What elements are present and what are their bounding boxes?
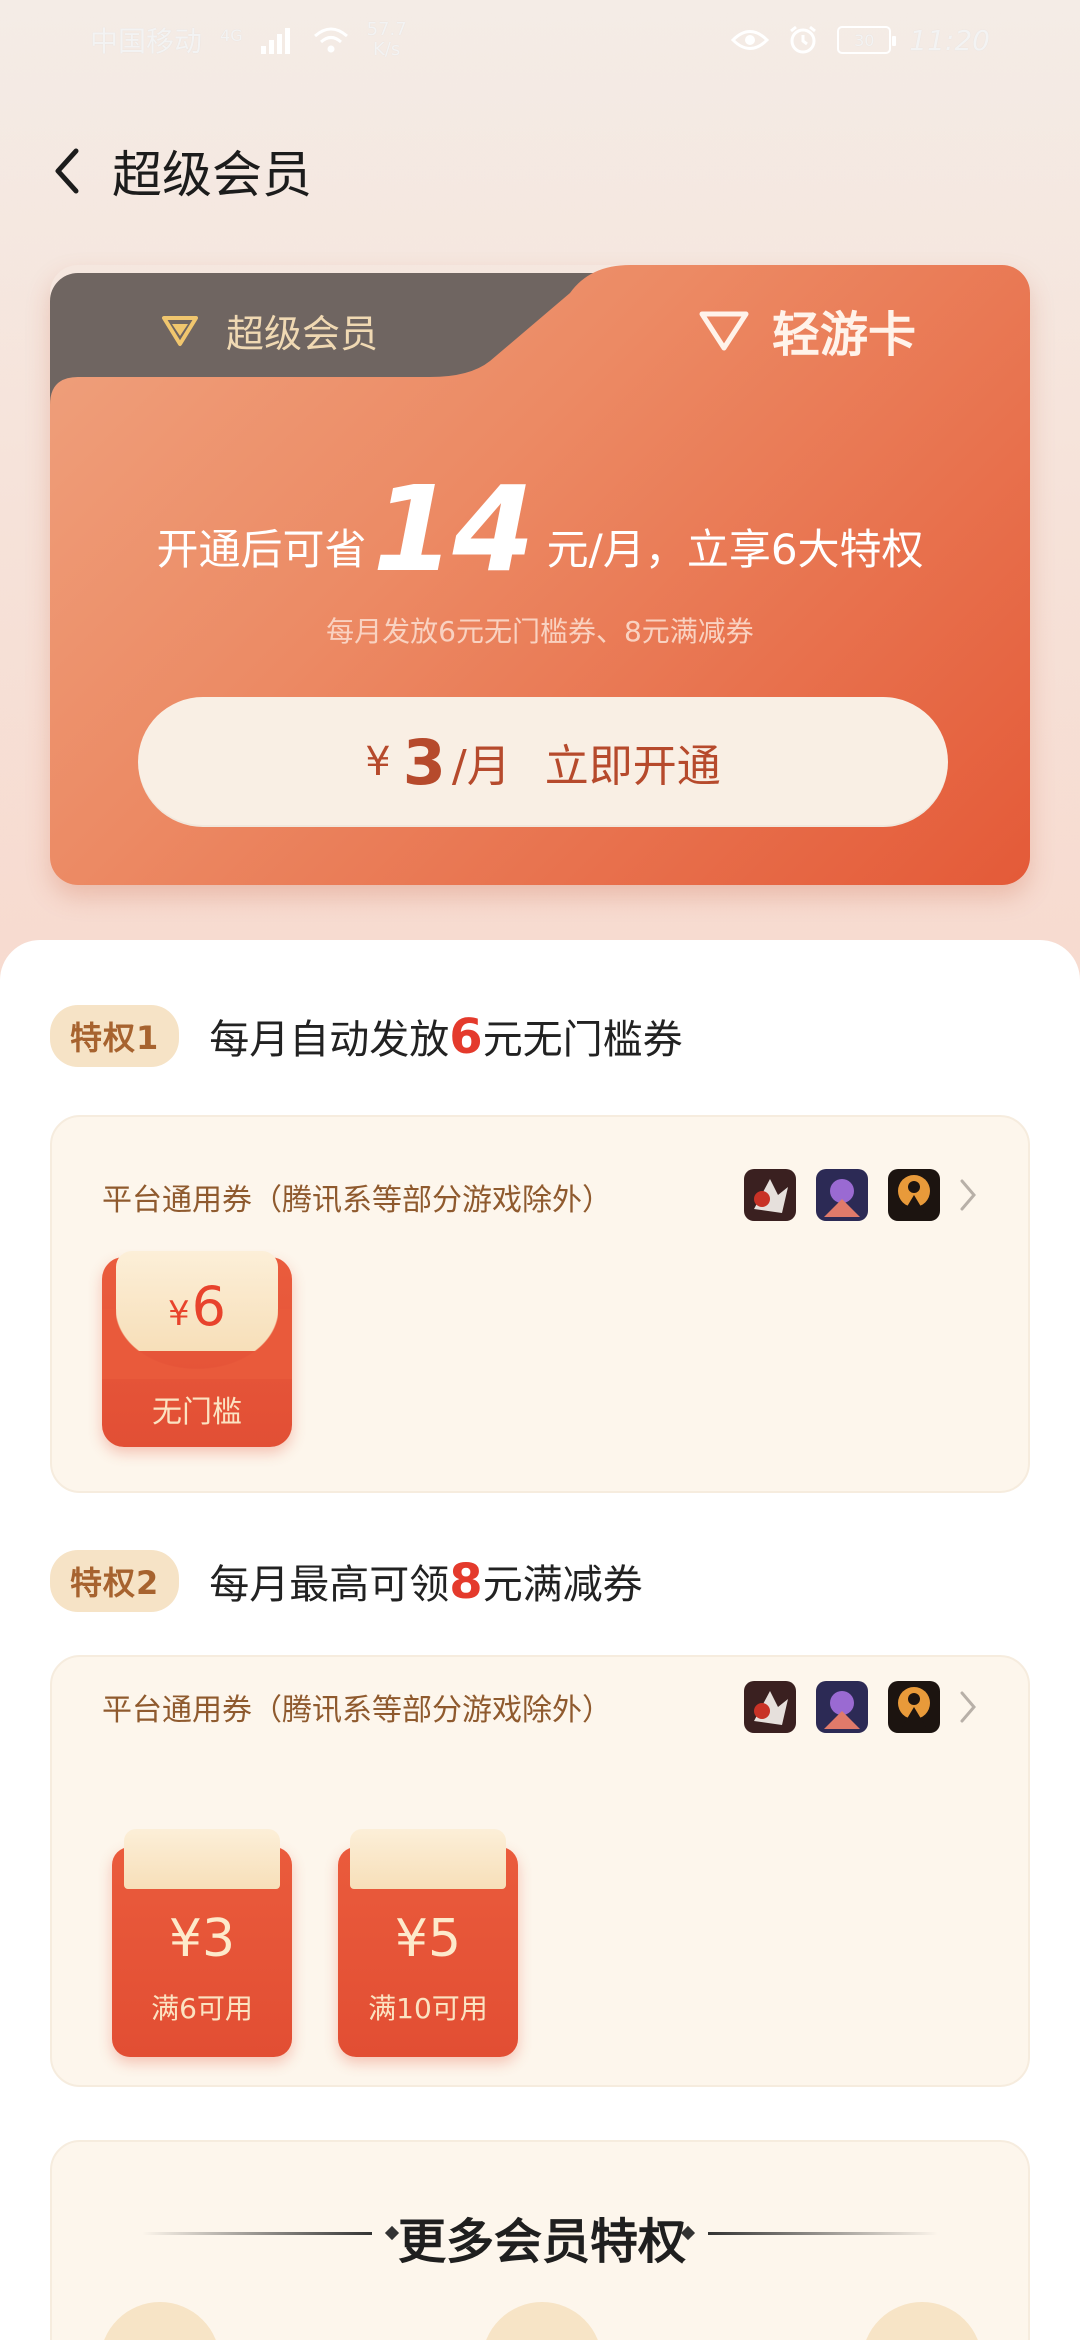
- privilege-icon-circle[interactable]: [482, 2302, 602, 2340]
- coupon-top: [350, 1829, 506, 1889]
- savings-headline: 开通后可省14 元/月，立享6大特权: [50, 460, 1030, 598]
- game-icons: [744, 1169, 940, 1221]
- coupon-no-threshold[interactable]: ¥6 无门槛: [102, 1251, 292, 1447]
- privilege-1-title-prefix: 每月自动发放: [209, 1017, 450, 1063]
- status-right: 30 11:20: [731, 24, 990, 57]
- privilege-2-badge: 特权2: [50, 1550, 180, 1612]
- back-arrow-icon[interactable]: [50, 147, 84, 195]
- privilege-2-card-head: 平台通用券（腾讯系等部分游戏除外）: [102, 1693, 612, 1728]
- diamond-outline-icon: [699, 311, 749, 351]
- coupon-amount: ¥3: [168, 1909, 236, 1969]
- button-currency: ¥: [365, 739, 391, 785]
- divider-right: [708, 2232, 938, 2235]
- alarm-icon: [790, 25, 817, 54]
- coupon-currency: ¥: [168, 1294, 190, 1334]
- tab-super-member-label: 超级会员: [226, 312, 379, 356]
- privilege-2-header: 特权2 每月最高可领8元满减券: [50, 1550, 643, 1612]
- privilege-1-title: 每月自动发放6元无门槛券: [209, 1007, 682, 1065]
- game-icon-2: [816, 1169, 868, 1221]
- battery-icon: 30: [837, 26, 897, 54]
- headline-number: 14: [372, 460, 534, 598]
- more-privileges-card: 更多会员特权: [50, 2140, 1030, 2340]
- signal-icon: [260, 28, 290, 54]
- net-speed: 57.7 K/s: [367, 20, 407, 60]
- coupon-discount-1[interactable]: ¥3 满6可用: [112, 1829, 292, 2057]
- status-left: 中国移动 4G 57.7 K/s: [90, 20, 407, 60]
- headline-prefix: 开通后可省: [156, 525, 367, 574]
- hero-subline: 每月发放6元无门槛券、8元满减券: [326, 615, 754, 648]
- tab-super-member[interactable]: 超级会员: [160, 303, 378, 358]
- privilege-1-header: 特权1 每月自动发放6元无门槛券: [50, 1005, 683, 1067]
- wifi-icon: [313, 27, 348, 53]
- game-icons-2: [744, 1681, 940, 1733]
- chevron-right-icon[interactable]: [958, 1177, 978, 1213]
- coupon-top: [124, 1829, 280, 1889]
- privilege-1-badge: 特权1: [50, 1005, 180, 1067]
- coupon-condition: 满6可用: [151, 1992, 253, 2025]
- chevron-right-icon[interactable]: [958, 1689, 978, 1725]
- net-speed-unit: K/s: [373, 39, 401, 60]
- game-icon-3: [888, 1681, 940, 1733]
- headline-suffix: 元/月，立享6大特权: [546, 525, 924, 574]
- coupon-value: 6: [191, 1275, 226, 1338]
- privilege-2-title-prefix: 每月最高可领: [209, 1562, 450, 1608]
- open-membership-button[interactable]: ¥ 3 /月 立即开通: [138, 697, 948, 827]
- carrier-label: 中国移动: [90, 25, 203, 58]
- coupon-condition: 满10可用: [368, 1992, 488, 2025]
- diamond-icon: [162, 315, 198, 346]
- privilege-2-title: 每月最高可领8元满减券: [209, 1552, 642, 1610]
- coupon-amount: ¥6: [102, 1275, 292, 1338]
- privilege-icon-circle[interactable]: [862, 2302, 982, 2340]
- page-title: 超级会员: [112, 146, 312, 204]
- coupon-amount: ¥5: [394, 1909, 462, 1969]
- game-icon-1: [744, 1169, 796, 1221]
- privilege-1-card[interactable]: 平台通用券（腾讯系等部分游戏除外） ¥6 无门槛: [50, 1115, 1030, 1493]
- membership-hero-card: 超级会员 轻游卡 开通后可省14 元/月，立享6大特权 每月发放6元无门槛券、8元…: [50, 265, 1030, 885]
- coupon-condition: 无门槛: [152, 1395, 242, 1430]
- button-price: 3: [402, 725, 446, 799]
- battery-level: 30: [854, 30, 875, 50]
- net-speed-value: 57.7: [366, 19, 407, 40]
- more-privileges-title: 更多会员特权: [397, 2214, 686, 2270]
- button-action: 立即开通: [544, 741, 721, 792]
- eye-icon: [731, 30, 770, 50]
- game-icon-2: [816, 1681, 868, 1733]
- network-type: 4G: [220, 26, 243, 45]
- coupon-discount-2[interactable]: ¥5 满10可用: [338, 1829, 518, 2057]
- status-bar: 中国移动 4G 57.7 K/s 30 11:20: [0, 0, 1080, 80]
- top-bar: 超级会员: [50, 135, 312, 207]
- button-unit: /月: [451, 741, 511, 792]
- privilege-icon-circle[interactable]: [100, 2302, 220, 2340]
- game-icon-3: [888, 1169, 940, 1221]
- privilege-1-card-head: 平台通用券（腾讯系等部分游戏除外）: [102, 1183, 612, 1218]
- tab-light-card-label: 轻游卡: [772, 307, 917, 363]
- privilege-2-title-highlight: 8: [449, 1554, 483, 1610]
- game-icon-1: [744, 1681, 796, 1733]
- clock: 11:20: [909, 23, 990, 57]
- privilege-2-title-suffix: 元满减券: [482, 1562, 643, 1608]
- tab-light-card[interactable]: 轻游卡: [698, 295, 916, 365]
- privilege-1-title-suffix: 元无门槛券: [482, 1017, 683, 1063]
- privilege-1-title-highlight: 6: [449, 1009, 483, 1065]
- privilege-2-card[interactable]: 平台通用券（腾讯系等部分游戏除外） ¥3 满6可用 ¥5 满10可用: [50, 1655, 1030, 2087]
